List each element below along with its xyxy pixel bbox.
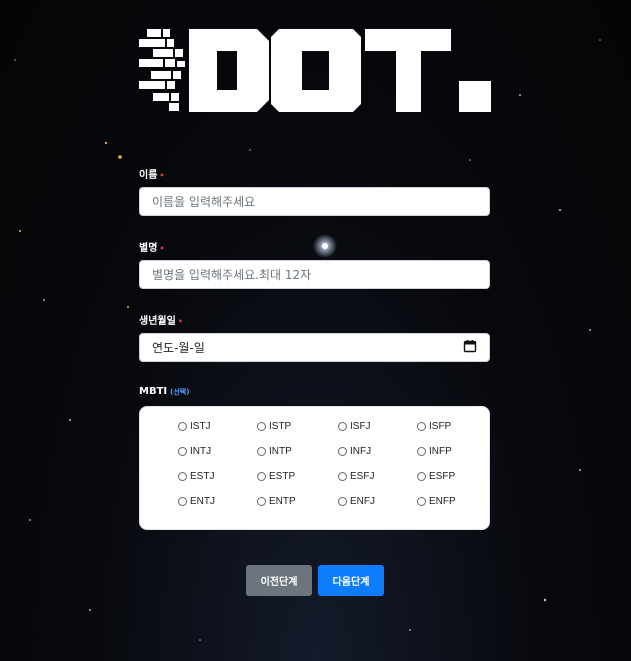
mbti-option-enfp[interactable]: ENFP xyxy=(417,496,456,507)
mbti-radio[interactable] xyxy=(257,497,266,506)
mbti-option-isfj[interactable]: ISFJ xyxy=(338,421,371,432)
mbti-option-label: INFJ xyxy=(350,446,372,457)
mbti-radio[interactable] xyxy=(178,447,187,456)
mbti-option-infp[interactable]: INFP xyxy=(417,446,452,457)
mbti-radio[interactable] xyxy=(178,422,187,431)
mbti-option-enfj[interactable]: ENFJ xyxy=(338,496,375,507)
mbti-option-label: ISTP xyxy=(269,421,292,432)
mbti-option-estp[interactable]: ESTP xyxy=(257,471,295,482)
mbti-option-entj[interactable]: ENTJ xyxy=(178,496,215,507)
required-mark: • xyxy=(159,244,165,253)
birthdate-input[interactable]: 연도-월-일 xyxy=(139,333,490,362)
mbti-option-estj[interactable]: ESTJ xyxy=(178,471,214,482)
required-mark: • xyxy=(177,317,183,326)
mbti-radio[interactable] xyxy=(338,472,347,481)
mbti-option-label: ENFP xyxy=(429,496,456,507)
mbti-option-label: ENTP xyxy=(269,496,296,507)
name-label-text: 이름 xyxy=(139,170,158,181)
mbti-option-esfj[interactable]: ESFJ xyxy=(338,471,374,482)
mbti-option-label: ENTJ xyxy=(190,496,215,507)
name-label: 이름 • xyxy=(139,166,165,181)
mbti-option-esfp[interactable]: ESFP xyxy=(417,471,455,482)
birthdate-value: 연도-월-일 xyxy=(152,341,205,355)
mbti-option-istp[interactable]: ISTP xyxy=(257,421,291,432)
mbti-option-intp[interactable]: INTP xyxy=(257,446,292,457)
mbti-option-infj[interactable]: INFJ xyxy=(338,446,371,457)
mbti-radio[interactable] xyxy=(417,422,426,431)
mbti-radio[interactable] xyxy=(417,497,426,506)
required-mark: • xyxy=(159,171,165,180)
nickname-label-text: 별명 xyxy=(139,243,158,254)
name-input[interactable]: 이름을 입력해주세요 xyxy=(139,187,490,216)
mbti-option-label: ISFJ xyxy=(350,421,371,432)
mbti-radio[interactable] xyxy=(178,497,187,506)
logo-mark xyxy=(139,29,491,112)
mbti-radio[interactable] xyxy=(338,447,347,456)
mbti-option-intj[interactable]: INTJ xyxy=(178,446,211,457)
mbti-option-label: ESFP xyxy=(429,471,456,482)
nickname-input[interactable]: 별명을 입력해주세요.최대 12자 xyxy=(139,260,490,289)
prev-step-button[interactable]: 이전단계 xyxy=(246,565,312,596)
mbti-radio[interactable] xyxy=(338,422,347,431)
mbti-radio[interactable] xyxy=(417,472,426,481)
mbti-option-isfp[interactable]: ISFP xyxy=(417,421,451,432)
mbti-option-label: INTP xyxy=(269,446,292,457)
mbti-radio[interactable] xyxy=(257,472,266,481)
mbti-radio[interactable] xyxy=(257,447,266,456)
mbti-option-label: ISFP xyxy=(429,421,452,432)
mbti-options-box: ISTJ ISTP ISFJ ISFP INTJ INTP INFJ INFP ESTJ ESTP… xyxy=(139,406,490,530)
mbti-option-label: ISTJ xyxy=(190,421,211,432)
nickname-input-placeholder: 별명을 입력해주세요.최대 12자 xyxy=(152,268,312,282)
name-input-placeholder: 이름을 입력해주세요 xyxy=(152,195,256,209)
mbti-option-label: ESTP xyxy=(269,471,296,482)
birthdate-label: 생년월일 • xyxy=(139,312,183,327)
mbti-option-label: ENFJ xyxy=(350,496,375,507)
mbti-option-istj[interactable]: ISTJ xyxy=(178,421,211,432)
mbti-radio[interactable] xyxy=(257,422,266,431)
nickname-label: 별명 • xyxy=(139,239,165,254)
mbti-radio[interactable] xyxy=(338,497,347,506)
dot-logo xyxy=(139,29,491,112)
optional-note: (선택) xyxy=(170,388,190,396)
calendar-icon[interactable] xyxy=(463,339,477,356)
mbti-radio[interactable] xyxy=(178,472,187,481)
mbti-option-label: INTJ xyxy=(190,446,212,457)
mbti-option-label: ESFJ xyxy=(350,471,375,482)
mbti-radio[interactable] xyxy=(417,447,426,456)
birthdate-label-text: 생년월일 xyxy=(139,316,176,327)
mbti-option-label: ESTJ xyxy=(190,471,215,482)
next-step-button[interactable]: 다음단계 xyxy=(318,565,384,596)
mbti-label: MBTI (선택) xyxy=(139,386,189,397)
mbti-option-entp[interactable]: ENTP xyxy=(257,496,296,507)
mbti-label-text: MBTI xyxy=(139,386,168,397)
mbti-option-label: INFP xyxy=(429,446,452,457)
